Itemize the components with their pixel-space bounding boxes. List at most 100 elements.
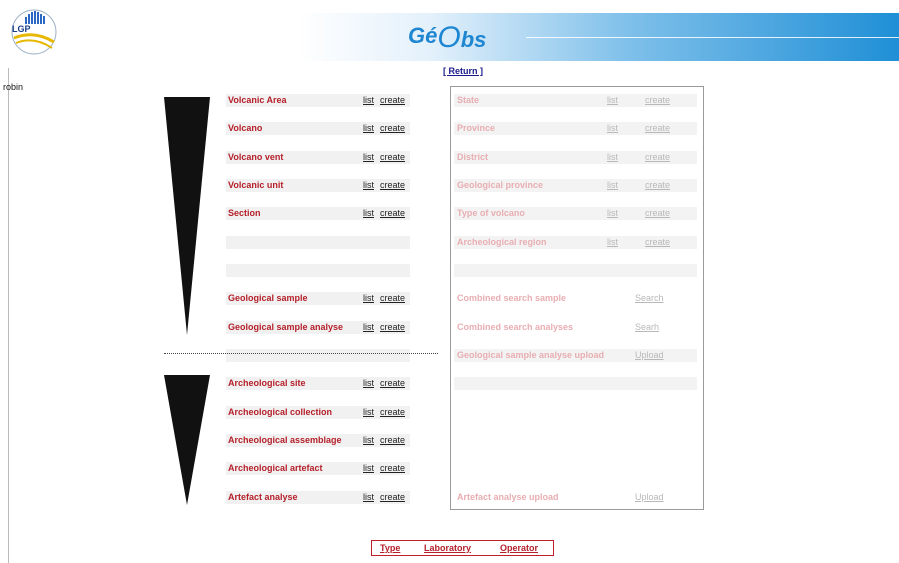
create-link[interactable]: create bbox=[380, 208, 405, 218]
row-archeological-collection: Archeological collection list create bbox=[226, 406, 410, 419]
footer-operator-link[interactable]: Operator bbox=[500, 543, 538, 553]
row-empty bbox=[454, 377, 697, 390]
row-label: Volcanic unit bbox=[228, 180, 284, 190]
list-link[interactable]: list bbox=[363, 180, 374, 190]
row-label: Geological sample analyse bbox=[228, 322, 344, 332]
list-link[interactable]: list bbox=[363, 492, 374, 502]
left-divider bbox=[8, 68, 9, 563]
create-link[interactable]: create bbox=[380, 463, 405, 473]
row-label: Archeological region bbox=[457, 237, 547, 247]
row-geological-province: Geological province list create bbox=[454, 179, 697, 192]
list-link[interactable]: list bbox=[363, 95, 374, 105]
app-title: GéObs bbox=[408, 17, 487, 54]
upload-link[interactable]: Upload bbox=[635, 492, 664, 502]
list-link[interactable]: list bbox=[363, 435, 374, 445]
footer-nav: Type Laboratory Operator bbox=[371, 540, 554, 556]
row-label: Province bbox=[457, 123, 496, 133]
footer-laboratory-link[interactable]: Laboratory bbox=[424, 543, 471, 553]
create-link[interactable]: create bbox=[380, 322, 405, 332]
create-link[interactable]: create bbox=[380, 293, 405, 303]
create-link[interactable]: create bbox=[645, 180, 670, 190]
app-title-o: O bbox=[437, 21, 461, 54]
row-archeological-assemblage: Archeological assemblage list create bbox=[226, 434, 410, 447]
list-link[interactable]: list bbox=[607, 208, 618, 218]
list-link[interactable]: list bbox=[363, 378, 374, 388]
row-label: Geological sample bbox=[228, 293, 308, 303]
list-link[interactable]: list bbox=[607, 180, 618, 190]
row-district: District list create bbox=[454, 151, 697, 164]
create-link[interactable]: create bbox=[645, 237, 670, 247]
row-archeological-site: Archeological site list create bbox=[226, 377, 410, 390]
row-label: Archeological assemblage bbox=[228, 435, 342, 445]
footer-type-link[interactable]: Type bbox=[380, 543, 400, 553]
list-link[interactable]: list bbox=[363, 293, 374, 303]
username: robin bbox=[3, 82, 24, 92]
app-title-bs: bs bbox=[460, 27, 487, 52]
list-link[interactable]: list bbox=[363, 322, 374, 332]
row-geological-sample: Geological sample list create bbox=[226, 292, 410, 305]
upload-link[interactable]: Upload bbox=[635, 350, 664, 360]
row-archeological-region: Archeological region list create bbox=[454, 236, 697, 249]
section-divider bbox=[164, 353, 438, 354]
lgp-logo: LGP bbox=[8, 8, 60, 56]
create-link[interactable]: create bbox=[380, 123, 405, 133]
svg-text:LGP: LGP bbox=[12, 24, 31, 34]
list-link[interactable]: list bbox=[363, 208, 374, 218]
row-volcanic-area: Volcanic Area list create bbox=[226, 94, 410, 107]
create-link[interactable]: create bbox=[380, 95, 405, 105]
row-label: Volcano vent bbox=[228, 152, 284, 162]
row-state: State list create bbox=[454, 94, 697, 107]
create-link[interactable]: create bbox=[380, 407, 405, 417]
list-link[interactable]: list bbox=[607, 152, 618, 162]
create-link[interactable]: create bbox=[380, 378, 405, 388]
row-label: Type of volcano bbox=[457, 208, 525, 218]
create-link[interactable]: create bbox=[380, 435, 405, 445]
row-volcanic-unit: Volcanic unit list create bbox=[226, 179, 410, 192]
row-artefact-analyse-upload: Artefact analyse upload Upload bbox=[454, 491, 697, 504]
list-link[interactable]: list bbox=[607, 237, 618, 247]
row-label: Geological sample analyse upload bbox=[457, 350, 605, 360]
row-label: Archeological site bbox=[228, 378, 306, 388]
row-label: Volcanic Area bbox=[228, 95, 287, 105]
row-province: Province list create bbox=[454, 122, 697, 135]
list-link[interactable]: list bbox=[607, 123, 618, 133]
row-label: District bbox=[457, 152, 489, 162]
row-volcano-vent: Volcano vent list create bbox=[226, 151, 410, 164]
app-title-ge: Gé bbox=[408, 23, 438, 48]
row-empty bbox=[226, 349, 410, 362]
create-link[interactable]: create bbox=[380, 152, 405, 162]
create-link[interactable]: create bbox=[645, 95, 670, 105]
row-combined-search-analyses: Combined search analyses Searh bbox=[454, 321, 697, 334]
row-label: Combined search sample bbox=[457, 293, 567, 303]
row-archeological-artefact: Archeological artefact list create bbox=[226, 462, 410, 475]
list-link[interactable]: list bbox=[363, 152, 374, 162]
row-geological-sample-analyse-upload: Geological sample analyse upload Upload bbox=[454, 349, 697, 362]
row-label: Volcano bbox=[228, 123, 263, 133]
list-link[interactable]: list bbox=[363, 407, 374, 417]
list-link[interactable]: list bbox=[607, 95, 618, 105]
header-banner: GéObs bbox=[296, 13, 899, 61]
row-label: Artefact analyse bbox=[228, 492, 298, 502]
row-label: Archeological collection bbox=[228, 407, 333, 417]
row-empty bbox=[226, 236, 410, 249]
list-link[interactable]: list bbox=[363, 123, 374, 133]
row-volcano: Volcano list create bbox=[226, 122, 410, 135]
create-link[interactable]: create bbox=[380, 492, 405, 502]
row-empty bbox=[226, 264, 410, 277]
list-link[interactable]: list bbox=[363, 463, 374, 473]
search-link[interactable]: Searh bbox=[635, 322, 659, 332]
row-empty bbox=[454, 264, 697, 277]
row-combined-search-sample: Combined search sample Search bbox=[454, 292, 697, 305]
row-type-of-volcano: Type of volcano list create bbox=[454, 207, 697, 220]
row-label: Section bbox=[228, 208, 261, 218]
return-link[interactable]: [ Return ] bbox=[443, 66, 483, 76]
search-link[interactable]: Search bbox=[635, 293, 664, 303]
create-link[interactable]: create bbox=[380, 180, 405, 190]
archeological-hierarchy-triangle bbox=[164, 375, 210, 505]
volcanic-hierarchy-triangle bbox=[164, 97, 210, 335]
create-link[interactable]: create bbox=[645, 208, 670, 218]
create-link[interactable]: create bbox=[645, 123, 670, 133]
row-label: State bbox=[457, 95, 480, 105]
create-link[interactable]: create bbox=[645, 152, 670, 162]
row-label: Artefact analyse upload bbox=[457, 492, 559, 502]
